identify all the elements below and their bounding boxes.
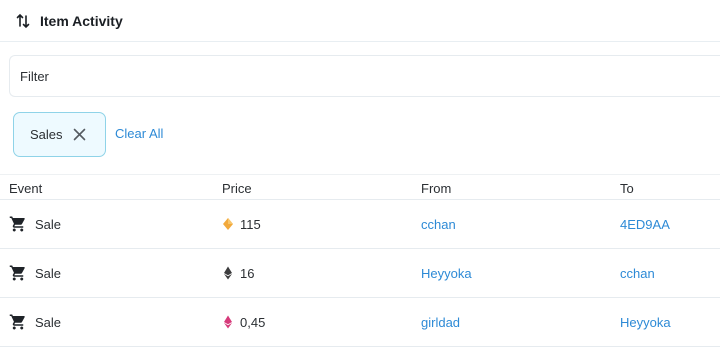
to-link[interactable]: Heyyoka [620, 315, 671, 330]
event-cell: Sale [9, 298, 61, 346]
to-link[interactable]: 4ED9AA [620, 217, 670, 232]
from-link[interactable]: girldad [421, 315, 460, 330]
sales-filter-chip[interactable]: Sales [13, 112, 106, 157]
column-header-from[interactable]: From [421, 181, 451, 196]
filter-label: Filter [20, 68, 49, 84]
price-value: 115 [240, 216, 261, 232]
column-header-price[interactable]: Price [222, 181, 252, 196]
to-cell[interactable]: cchan [620, 249, 655, 297]
event-cell: Sale [9, 249, 61, 297]
from-cell[interactable]: cchan [421, 200, 456, 248]
cart-icon [9, 216, 25, 232]
clear-all-link[interactable]: Clear All [115, 126, 163, 141]
price-cell: 16 [222, 249, 254, 297]
event-label: Sale [35, 216, 62, 232]
column-header-event[interactable]: Event [9, 181, 42, 196]
cart-icon [9, 265, 25, 281]
event-cell: Sale [9, 200, 61, 248]
eth-icon [224, 266, 232, 280]
from-link[interactable]: cchan [421, 217, 456, 232]
weth-icon [224, 315, 232, 329]
diamond-token-icon [223, 218, 233, 230]
price-cell: 115 [222, 200, 261, 248]
from-cell[interactable]: Heyyoka [421, 249, 472, 297]
to-link[interactable]: cchan [620, 266, 655, 281]
price-value: 16 [240, 265, 255, 281]
filter-input[interactable]: Filter [9, 55, 720, 97]
column-header-to[interactable]: To [620, 181, 634, 196]
activity-header: Item Activity [0, 0, 720, 42]
cart-icon [9, 314, 25, 330]
chip-label: Sales [30, 127, 63, 142]
sort-arrows-icon[interactable] [14, 12, 32, 30]
event-label: Sale [35, 314, 62, 330]
price-value: 0,45 [240, 314, 266, 330]
to-cell[interactable]: 4ED9AA [620, 200, 670, 248]
table-row[interactable]: Sale 115 cchan 4ED9AA [0, 200, 720, 249]
from-link[interactable]: Heyyoka [421, 266, 472, 281]
table-row[interactable]: Sale 16 Heyyoka cchan [0, 249, 720, 298]
table-row[interactable]: Sale 0,45 girldad Heyyoka [0, 298, 720, 347]
close-icon[interactable] [72, 127, 87, 142]
activity-table: Event Price From To Sale 115 cchan 4ED9A… [0, 174, 720, 347]
event-label: Sale [35, 265, 62, 281]
page-title: Item Activity [40, 12, 123, 29]
from-cell[interactable]: girldad [421, 298, 460, 346]
price-cell: 0,45 [222, 298, 265, 346]
to-cell[interactable]: Heyyoka [620, 298, 671, 346]
table-header: Event Price From To [0, 174, 720, 200]
